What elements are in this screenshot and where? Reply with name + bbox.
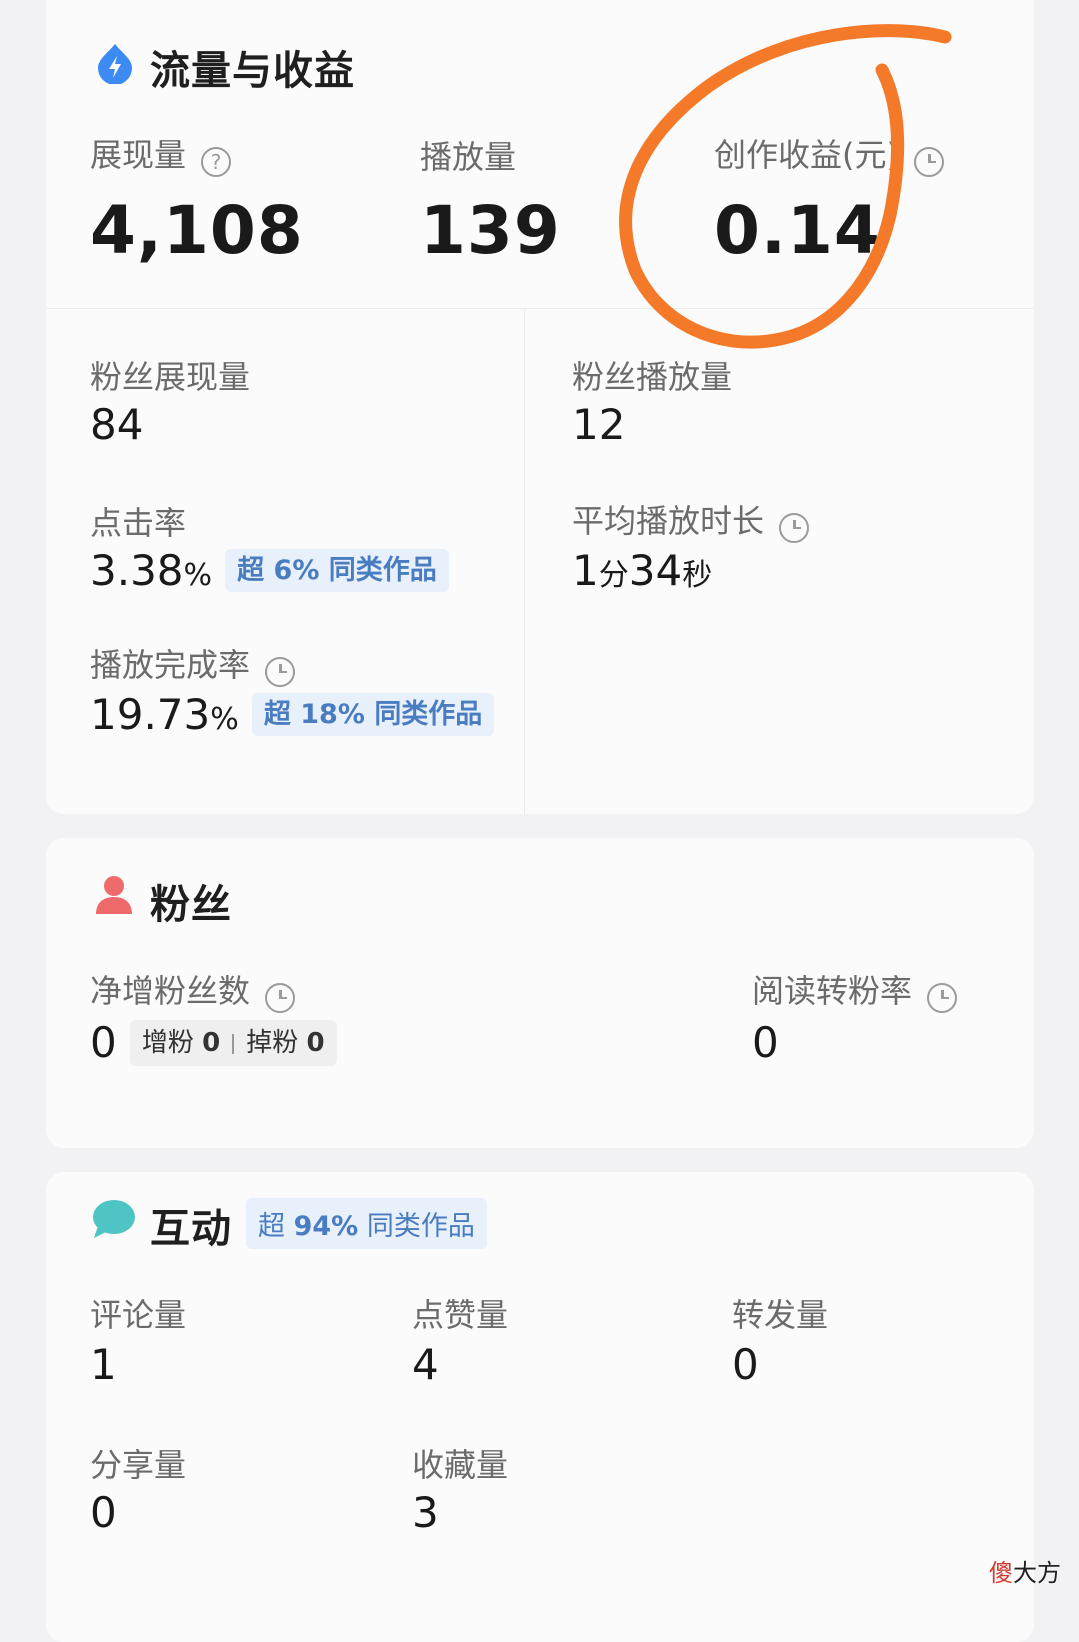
- avg-duration-minutes: 1: [572, 546, 599, 595]
- person-icon: [96, 876, 132, 914]
- clock-icon[interactable]: [779, 512, 810, 543]
- divider: [232, 1033, 235, 1054]
- completion-rank-badge: 超 18% 同类作品: [251, 693, 495, 736]
- impressions-label: 展现量: [90, 136, 187, 174]
- completion-row: 19.73% 超 18% 同类作品: [90, 690, 495, 739]
- fan-impressions-label: 粉丝展现量: [90, 358, 251, 396]
- impressions-value: 4,108: [90, 192, 304, 269]
- likes-label: 点赞量: [412, 1296, 509, 1334]
- badge-prefix: 超: [258, 1211, 285, 1242]
- completion-label: 播放完成率: [90, 646, 251, 684]
- net-gain-label: 净增粉丝数: [90, 972, 251, 1010]
- fan-impressions-value: 84: [90, 400, 144, 449]
- interaction-title: 互动: [150, 1206, 232, 1252]
- traffic-title: 流量与收益: [150, 48, 355, 94]
- badge-suffix: 同类作品: [328, 555, 437, 586]
- watermark-first: 傻: [989, 1559, 1013, 1587]
- highlight-circle-annotation: [619, 24, 952, 349]
- badge-prefix: 超: [237, 555, 265, 586]
- avg-duration-label: 平均播放时长: [572, 502, 765, 540]
- favorites-value: 3: [412, 1488, 439, 1537]
- badge-pct: 6%: [273, 555, 320, 586]
- gain-loss-pill: 增粉 0 掉粉 0: [129, 1020, 337, 1066]
- badge-suffix: 同类作品: [374, 699, 483, 730]
- completion-unit: %: [210, 702, 239, 737]
- conversion-label: 阅读转粉率: [752, 972, 913, 1010]
- ctr-label: 点击率: [90, 504, 187, 542]
- net-gain-row: 0 增粉 0 掉粉 0: [90, 1018, 337, 1067]
- comments-value: 1: [90, 1340, 117, 1389]
- reposts-label: 转发量: [732, 1296, 829, 1334]
- plays-value: 139: [420, 192, 561, 269]
- badge-pct: 94%: [293, 1211, 359, 1242]
- interaction-card: 互动 超 94% 同类作品 评论量 1 点赞量 4 转发量 0 分享量 0 收藏…: [46, 1172, 1034, 1642]
- lightning-drop-icon: [98, 44, 132, 84]
- shares-label: 分享量: [90, 1446, 187, 1484]
- badge-suffix: 同类作品: [366, 1211, 475, 1242]
- reposts-value: 0: [732, 1340, 759, 1389]
- avg-duration-min-unit: 分: [598, 558, 629, 593]
- avg-duration-seconds: 34: [628, 546, 683, 595]
- loss-label: 掉粉: [246, 1028, 299, 1058]
- watermark-rest: 大方: [1013, 1559, 1061, 1587]
- loss-value: 0: [306, 1028, 325, 1058]
- gain-label: 增粉: [141, 1028, 194, 1058]
- fans-card: 粉丝 净增粉丝数 0 增粉 0 掉粉 0 阅读转粉率 0: [46, 838, 1034, 1148]
- net-gain-metric[interactable]: 净增粉丝数: [90, 966, 296, 1013]
- impressions-metric[interactable]: 展现量 ?: [90, 130, 232, 177]
- conversion-metric[interactable]: 阅读转粉率: [752, 966, 958, 1013]
- ctr-unit: %: [183, 558, 213, 593]
- interaction-rank-badge: 超 94% 同类作品: [246, 1198, 487, 1249]
- completion-metric[interactable]: 播放完成率: [90, 640, 296, 687]
- clock-icon[interactable]: [265, 982, 296, 1013]
- ctr-rank-badge: 超 6% 同类作品: [225, 549, 449, 592]
- watermark: 傻大方: [989, 1553, 1061, 1588]
- help-circle-icon[interactable]: ?: [201, 146, 232, 177]
- comments-label: 评论量: [90, 1296, 187, 1334]
- completion-value: 19.73: [90, 690, 211, 739]
- divider: [524, 308, 525, 814]
- fan-plays-value: 12: [572, 400, 626, 449]
- clock-icon[interactable]: [265, 656, 296, 687]
- fans-title: 粉丝: [150, 882, 232, 928]
- chat-bubble-icon: [93, 1200, 135, 1238]
- avg-duration-metric[interactable]: 平均播放时长: [572, 496, 810, 543]
- clock-icon[interactable]: [927, 982, 958, 1013]
- avg-duration-row: 1分34秒: [572, 546, 712, 595]
- badge-pct: 18%: [300, 699, 365, 730]
- conversion-value: 0: [752, 1018, 779, 1067]
- ctr-value: 3.38: [90, 546, 184, 595]
- badge-prefix: 超: [263, 699, 291, 730]
- likes-value: 4: [412, 1340, 439, 1389]
- plays-label: 播放量: [420, 138, 517, 176]
- net-gain-value: 0: [90, 1018, 117, 1067]
- avg-duration-sec-unit: 秒: [682, 558, 713, 593]
- ctr-row: 3.38% 超 6% 同类作品: [90, 546, 449, 595]
- gain-value: 0: [202, 1028, 221, 1058]
- shares-value: 0: [90, 1488, 117, 1537]
- favorites-label: 收藏量: [412, 1446, 509, 1484]
